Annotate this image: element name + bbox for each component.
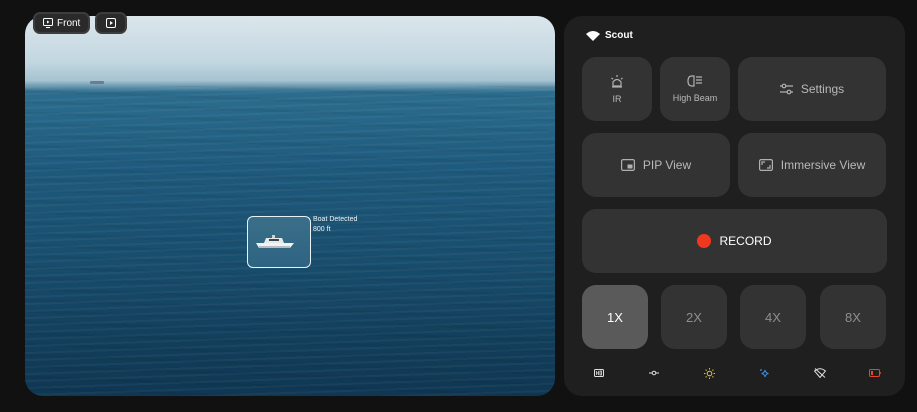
- immersive-view-button[interactable]: Immersive View: [738, 133, 886, 197]
- pip-view-label: PIP View: [642, 158, 692, 172]
- brand: Scout: [586, 30, 633, 41]
- record-button[interactable]: RECORD: [582, 209, 887, 273]
- camera-feed: Boat Detected 800 ft: [25, 16, 555, 396]
- sparkle-icon: [758, 366, 772, 380]
- zoom-1x-button[interactable]: 1X: [582, 285, 648, 349]
- zoom-4x-button[interactable]: 4X: [740, 285, 806, 349]
- distant-ship: [90, 81, 104, 84]
- pip-icon: [620, 159, 635, 171]
- zoom-2x-button[interactable]: 2X: [661, 285, 727, 349]
- zoom-2x-label: 2X: [686, 309, 702, 325]
- sliders-icon: [779, 83, 793, 95]
- high-beam-label: High Beam: [672, 93, 718, 103]
- battery-low-icon: [868, 366, 882, 380]
- ir-light-icon: [611, 74, 623, 88]
- no-wifi-icon: [813, 366, 827, 380]
- ir-button[interactable]: IR: [582, 57, 652, 121]
- sun-icon: [702, 366, 716, 380]
- zoom-1x-label: 1X: [607, 309, 623, 325]
- status-bar: [582, 366, 892, 380]
- playback-button[interactable]: [95, 12, 127, 34]
- detection-title: Boat Detected: [313, 216, 358, 223]
- hd-icon: [592, 366, 606, 380]
- immersive-view-label: Immersive View: [780, 158, 866, 172]
- detection-label: Boat Detected 800 ft: [313, 215, 357, 235]
- gimbal-icon: [647, 366, 661, 380]
- camera-source-button[interactable]: Front: [33, 12, 91, 34]
- boat-icon: [256, 235, 294, 248]
- play-screen-icon: [106, 18, 116, 28]
- detection-distance: 800 ft: [313, 226, 331, 233]
- settings-label: Settings: [800, 82, 845, 96]
- zoom-4x-label: 4X: [765, 309, 781, 325]
- zoom-8x-label: 8X: [845, 309, 861, 325]
- detection-box[interactable]: [247, 216, 311, 268]
- screen-play-icon: [43, 18, 53, 28]
- camera-source-label: Front: [57, 17, 81, 29]
- ir-label: IR: [612, 93, 622, 104]
- control-panel: Scout IR High Beam Settings PIP View Imm…: [564, 16, 905, 396]
- high-beam-icon: [687, 75, 702, 87]
- high-beam-button[interactable]: High Beam: [660, 57, 730, 121]
- record-label: RECORD: [719, 234, 772, 248]
- pip-view-button[interactable]: PIP View: [582, 133, 730, 197]
- wifi-logo-icon: [586, 31, 600, 41]
- record-icon: [697, 234, 712, 248]
- expand-icon: [758, 159, 773, 171]
- brand-name: Scout: [605, 30, 633, 41]
- settings-button[interactable]: Settings: [738, 57, 886, 121]
- zoom-8x-button[interactable]: 8X: [820, 285, 886, 349]
